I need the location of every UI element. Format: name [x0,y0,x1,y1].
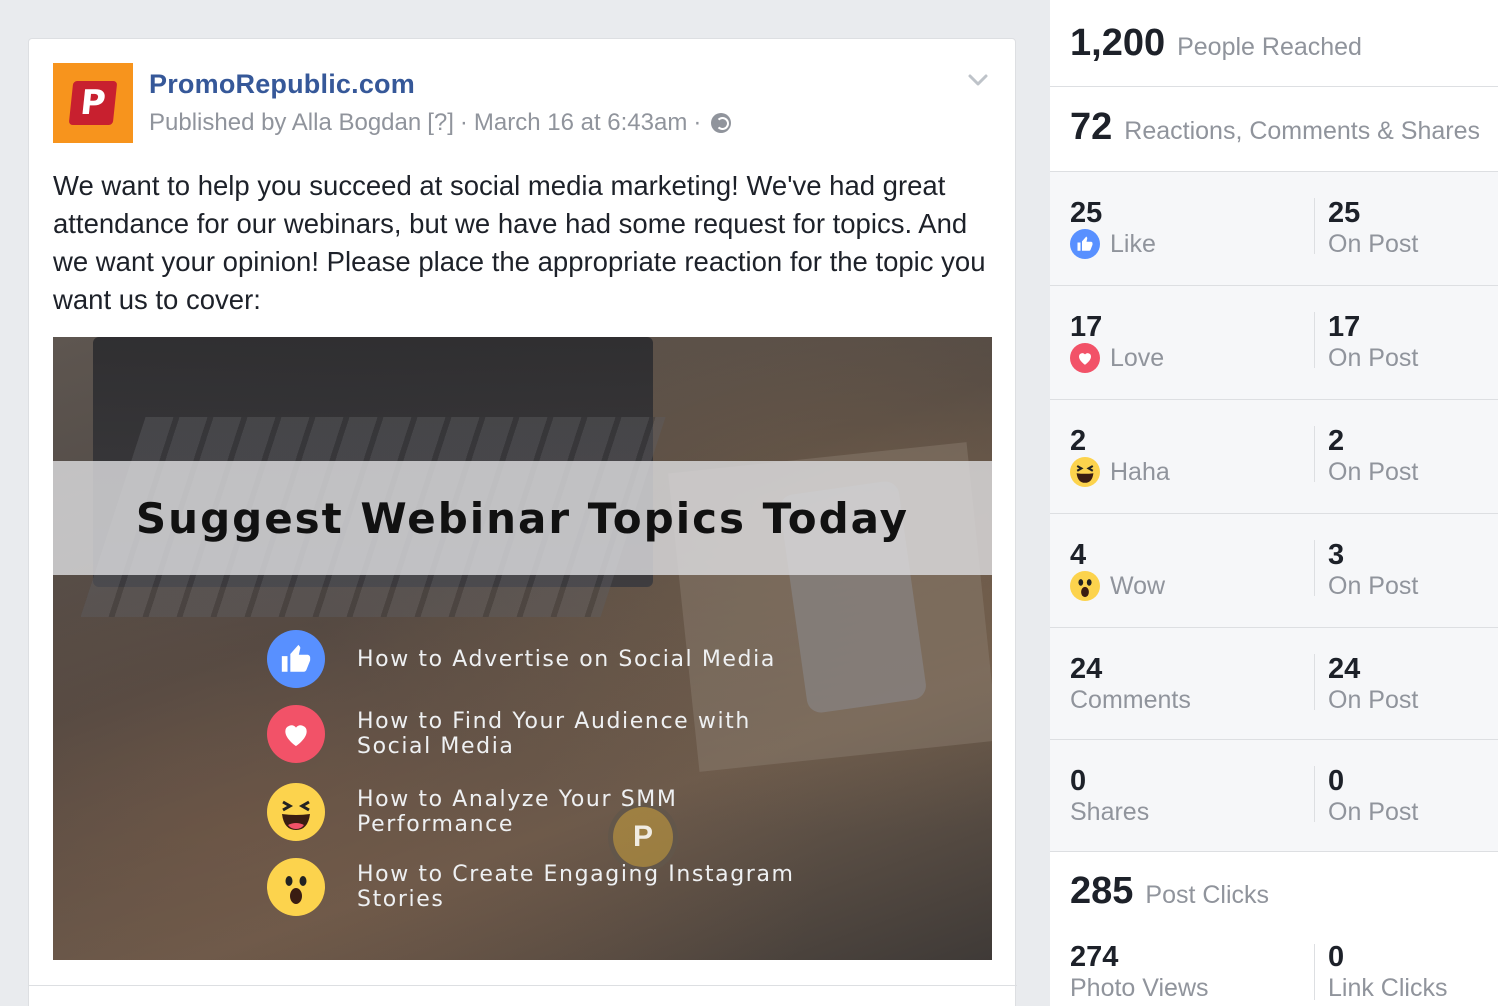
stat-row-wow: 4 Wow 3 On Post [1050,514,1498,628]
stat-row-comments: 24 Comments 24 On Post [1050,628,1498,742]
divider [1314,312,1315,368]
published-by[interactable]: Published by Alla Bogdan [149,109,421,137]
post-card: P PromoRepublic.com Published by Alla Bo… [28,38,1017,1006]
engagement-label: Reactions, Comments & Shares [1124,117,1480,145]
stat-row-clicks: 274 Photo Views 0 Link Clicks [1050,914,1498,1006]
divider [1314,426,1315,482]
people-reached-value: 1,200 [1070,22,1166,64]
haha-count: 2 [1070,425,1087,457]
comments-count: 24 [1070,653,1103,685]
post-text: We want to help you succeed at social me… [53,170,986,315]
topic-item: How to Find Your Audience with Social Me… [267,705,797,763]
topic-text: How to Find Your Audience with Social Me… [357,709,751,759]
divider [1314,766,1315,822]
haha-icon [1070,457,1100,487]
banner-title: Suggest Webinar Topics Today [135,493,910,543]
photo-views-label: Photo Views [1070,974,1209,1002]
like-on-post-count: 25 [1328,197,1361,229]
meta-separator: · [459,109,468,136]
card-divider [29,985,1017,986]
haha-label: Haha [1110,458,1170,486]
insights-panel: 1,200 People Reached 72 Reactions, Comme… [1050,0,1498,1006]
wow-icon [267,858,325,916]
topic-text: How to Create Engaging Instagram Stories [357,862,795,912]
divider [1314,654,1315,710]
post-clicks-value: 285 [1070,870,1134,912]
love-on-post-count: 17 [1328,311,1361,343]
love-count: 17 [1070,311,1103,343]
meta-separator: · [693,109,702,136]
post-image[interactable]: Suggest Webinar Topics Today P How to Ad… [53,337,992,960]
post-meta: Published by Alla Bogdan [?] · March 16 … [149,109,732,137]
haha-on-post-count: 2 [1328,425,1345,457]
on-post-label: On Post [1328,572,1419,600]
love-icon [267,705,325,763]
on-post-label: On Post [1328,230,1419,258]
divider [1050,86,1498,87]
promorepublic-logo: P [68,81,118,125]
link-clicks-label: Link Clicks [1328,974,1448,1002]
topic-item: How to Analyze Your SMM Performance [267,783,797,841]
wow-on-post-count: 3 [1328,539,1345,571]
engagement-total: 72 Reactions, Comments & Shares [1070,106,1480,149]
topic-text: How to Analyze Your SMM Performance [357,787,678,837]
wow-count: 4 [1070,539,1087,571]
comments-label: Comments [1070,686,1191,714]
divider [1314,198,1315,254]
like-label: Like [1110,230,1156,258]
help-link[interactable]: [?] [427,109,454,137]
on-post-label: On Post [1328,458,1419,486]
chevron-down-icon[interactable] [963,65,993,95]
comments-on-post-count: 24 [1328,653,1361,685]
stat-row-like: 25 Like 25 On Post [1050,172,1498,286]
post-header: P PromoRepublic.com Published by Alla Bo… [53,63,993,143]
image-banner: Suggest Webinar Topics Today [53,461,992,575]
shares-count: 0 [1070,765,1087,797]
topic-item: How to Advertise on Social Media [267,630,797,688]
topic-item: How to Create Engaging Instagram Stories [267,858,797,916]
stat-row-shares: 0 Shares 0 On Post [1050,740,1498,854]
topic-text: How to Advertise on Social Media [357,646,776,672]
like-icon [267,630,325,688]
people-reached-label: People Reached [1177,33,1362,61]
love-label: Love [1110,344,1165,372]
page-name-link[interactable]: PromoRepublic.com [149,69,415,100]
link-clicks-count: 0 [1328,941,1345,973]
globe-icon[interactable] [711,113,732,133]
post-timestamp[interactable]: March 16 at 6:43am [474,109,687,137]
like-icon [1070,229,1100,259]
stat-row-love: 17 Love 17 On Post [1050,286,1498,400]
post-clicks: 285 Post Clicks [1070,870,1269,913]
on-post-label: On Post [1328,798,1419,826]
divider [1314,944,1315,1000]
people-reached: 1,200 People Reached [1070,22,1362,65]
shares-on-post-count: 0 [1328,765,1345,797]
on-post-label: On Post [1328,686,1419,714]
divider [1314,540,1315,596]
page-avatar[interactable]: P [53,63,133,143]
love-icon [1070,343,1100,373]
wow-icon [1070,571,1100,601]
wow-label: Wow [1110,572,1166,600]
engagement-value: 72 [1070,106,1113,148]
like-count: 25 [1070,197,1103,229]
post-clicks-label: Post Clicks [1145,881,1270,909]
stat-row-haha: 2 Haha 2 On Post [1050,400,1498,514]
on-post-label: On Post [1328,344,1419,372]
haha-icon [267,783,325,841]
shares-label: Shares [1070,798,1150,826]
photo-views-count: 274 [1070,941,1119,973]
